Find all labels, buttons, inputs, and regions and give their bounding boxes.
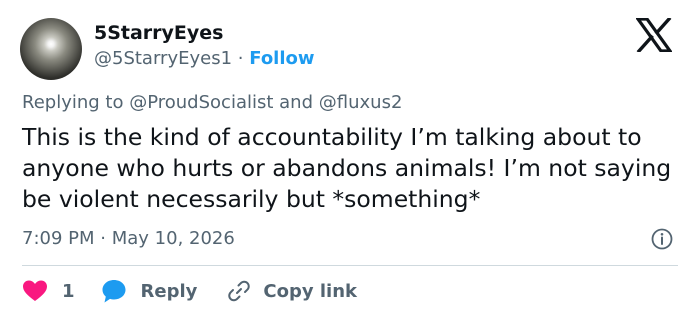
tweet-date: May 10, 2026 bbox=[111, 228, 235, 249]
timestamp-separator: · bbox=[100, 228, 106, 249]
reply-button[interactable]: Reply bbox=[101, 278, 198, 304]
reply-bubble-icon bbox=[102, 280, 126, 303]
link-icon bbox=[228, 280, 251, 302]
replying-conjunction: and bbox=[279, 92, 314, 113]
tweet-time: 7:09 PM bbox=[22, 228, 95, 249]
copy-link-button[interactable]: Copy link bbox=[227, 279, 357, 303]
tweet-timestamp[interactable]: 7:09 PM · May 10, 2026 bbox=[22, 228, 235, 249]
like-count: 1 bbox=[62, 280, 75, 302]
heart-icon bbox=[23, 280, 47, 301]
replying-to: Replying to @ProudSocialist and @fluxus2 bbox=[22, 92, 402, 113]
info-icon[interactable] bbox=[651, 228, 673, 250]
display-name[interactable]: 5StarryEyes bbox=[94, 22, 224, 44]
handle[interactable]: @5StarryEyes1 bbox=[94, 48, 232, 69]
handle-separator: · bbox=[237, 48, 244, 69]
action-bar: 1 Reply Copy link bbox=[22, 275, 357, 307]
handle-row: @5StarryEyes1 · Follow bbox=[94, 48, 315, 69]
tweet-text: This is the kind of accountability I’m t… bbox=[22, 123, 672, 213]
copy-link-label: Copy link bbox=[263, 280, 357, 302]
x-logo-icon[interactable] bbox=[636, 18, 672, 52]
reply-label: Reply bbox=[140, 280, 198, 302]
like-button[interactable]: 1 bbox=[22, 279, 75, 303]
replying-prefix: Replying to bbox=[22, 92, 124, 113]
avatar[interactable] bbox=[20, 18, 82, 80]
mention-fluxus2[interactable]: @fluxus2 bbox=[319, 92, 403, 113]
divider bbox=[22, 265, 678, 266]
mention-proudsocialist[interactable]: @ProudSocialist bbox=[129, 92, 273, 113]
follow-button[interactable]: Follow bbox=[249, 48, 314, 69]
